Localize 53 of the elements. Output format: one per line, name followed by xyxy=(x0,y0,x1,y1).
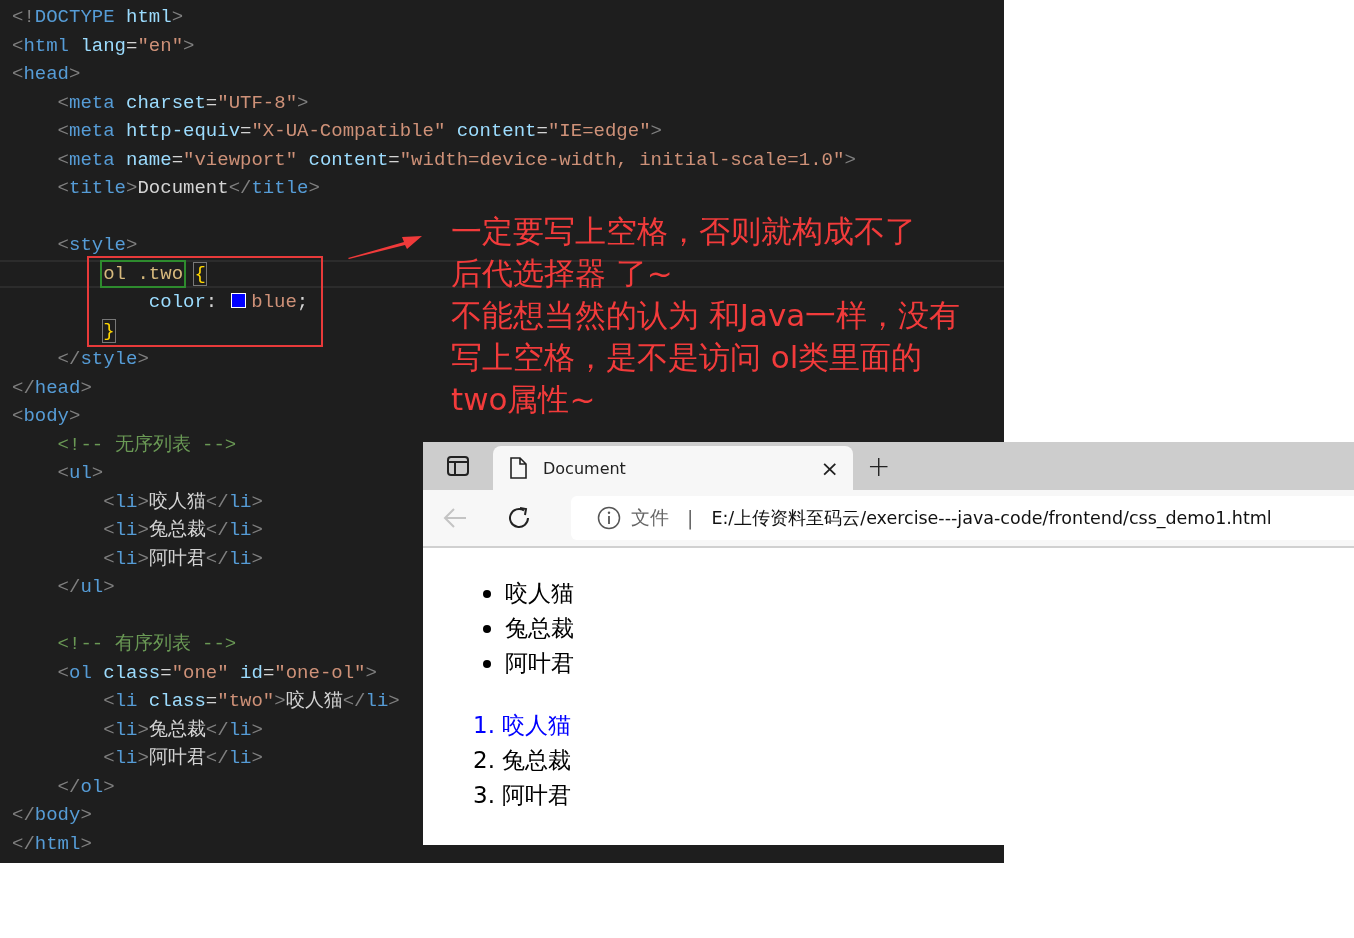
code-line: <style> xyxy=(57,234,138,256)
close-button[interactable]: × xyxy=(820,455,839,481)
separator: | xyxy=(687,507,694,529)
code-token: } xyxy=(103,319,115,342)
browser-tab[interactable]: Document × xyxy=(493,446,853,490)
code-line: <ol class="one" id="one-ol"> xyxy=(57,661,377,684)
code-token: ol .two xyxy=(103,262,184,285)
info-icon xyxy=(597,506,621,530)
code-line: </ol> xyxy=(57,775,115,798)
address-bar[interactable]: 文件 | E:/上传资料至码云/exercise---java-code/frontend/css_demo1.html xyxy=(571,496,1354,540)
code-token: { xyxy=(194,262,206,285)
code-token: ; xyxy=(296,291,309,313)
code-line: </body> xyxy=(12,804,92,826)
code-line: </html> xyxy=(12,832,92,855)
bullet-icon xyxy=(483,659,491,668)
code-line: <meta name="viewport" content="width=device-width, initial-scale=1.0"> xyxy=(57,148,856,171)
code-token: : xyxy=(205,291,218,313)
site-info-label: 文件 xyxy=(631,505,669,530)
list-item: 2. 兔总裁 xyxy=(473,746,572,775)
list-item: 3. 阿叶君 xyxy=(473,781,572,810)
url-text: E:/上传资料至码云/exercise---java-code/frontend/css_demo1.html xyxy=(711,507,1272,530)
bullet-icon xyxy=(483,589,491,598)
code-line: <li>阿叶君</li> xyxy=(103,747,263,769)
code-line: <meta http-equiv="X-UA-Compatible" content="IE=edge"> xyxy=(57,120,662,142)
code-line: </style> xyxy=(57,348,149,370)
list-item: 咬人猫 xyxy=(505,579,574,608)
new-tab-button[interactable]: + xyxy=(867,449,891,483)
code-line: <head> xyxy=(12,63,81,85)
code-line: <!DOCTYPE html> xyxy=(12,6,184,28)
code-line: <!-- 无序列表 --> xyxy=(57,433,237,456)
code-line: <li>阿叶君</li> xyxy=(103,547,263,570)
sidebar-icon[interactable] xyxy=(447,456,469,476)
code-line: <li class="two">咬人猫</li> xyxy=(103,690,400,712)
code-line: <li>兔总裁</li> xyxy=(103,718,263,741)
list-item: 阿叶君 xyxy=(505,649,574,678)
code-line: <html lang="en"> xyxy=(12,34,195,57)
code-line: <!-- 有序列表 --> xyxy=(57,633,237,655)
list-item: 兔总裁 xyxy=(505,614,574,643)
code-line: </ul> xyxy=(57,576,115,598)
code-line: </head> xyxy=(12,376,92,399)
code-token: color xyxy=(148,291,206,313)
code-line: <body> xyxy=(12,405,81,427)
reload-icon[interactable] xyxy=(506,505,532,531)
bullet-icon xyxy=(483,624,491,633)
code-token: blue xyxy=(251,291,297,313)
code-line: <li>兔总裁</li> xyxy=(103,519,263,541)
annotation-text: 一定要写上空格，否则就构成不了 后代选择器 了~ 不能想当然的认为 和Java一样，没有 写上空格，是不是访问 ol类里面的 two属性~ xyxy=(451,212,962,419)
code-line: <li>咬人猫</li> xyxy=(103,490,263,513)
list-item: 1. 咬人猫 xyxy=(473,711,572,740)
code-line: <title>Document</title> xyxy=(57,177,320,199)
document-icon xyxy=(509,457,527,479)
code-line: <ul> xyxy=(57,462,104,484)
code-line: <meta charset="UTF-8"> xyxy=(57,91,309,114)
